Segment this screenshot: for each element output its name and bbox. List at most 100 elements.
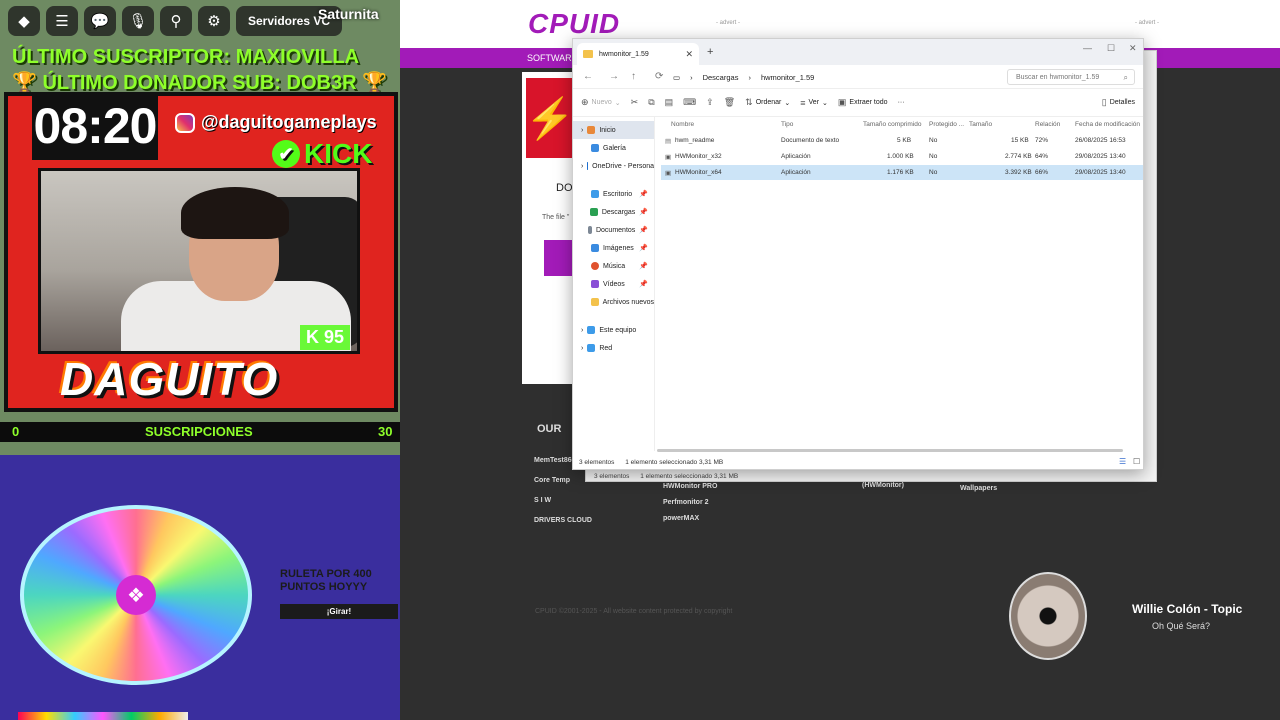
refresh-icon[interactable]: ⟳: [655, 71, 663, 82]
explorer-tab[interactable]: hwmonitor_1.59 ✕: [577, 43, 699, 65]
nav-item-escritorio[interactable]: Escritorio 📌: [573, 185, 654, 203]
column-header-ratio[interactable]: Relación: [1035, 121, 1060, 128]
tab-title: hwmonitor_1.59: [599, 50, 649, 58]
breadcrumb-item[interactable]: hwmonitor_1.59: [761, 73, 814, 82]
nav-label: Descargas: [601, 208, 636, 216]
copy-button[interactable]: ⧉: [648, 97, 654, 108]
column-header-type[interactable]: Tipo: [781, 121, 793, 128]
nav-label: Música: [603, 262, 626, 270]
settings-icon[interactable]: ⚙: [198, 6, 230, 36]
file-ratio: 66%: [1035, 169, 1049, 176]
subscription-progress-bar: 0 SUSCRIPCIONES 30: [0, 422, 400, 442]
nav-item-inicio[interactable]: › Inicio: [573, 121, 654, 139]
nav-item-red[interactable]: › Red: [573, 339, 654, 357]
nav-item-imagenes[interactable]: Imágenes 📌: [573, 239, 654, 257]
check-icon: ✔: [272, 140, 300, 168]
tiles-view-icon[interactable]: ☐: [1133, 457, 1140, 466]
roulette-wheel: ❖: [20, 505, 252, 685]
nav-software-link[interactable]: SOFTWARE: [527, 53, 578, 63]
pin-icon: 📌: [639, 245, 648, 252]
nav-item-musica[interactable]: Música 📌: [573, 257, 654, 275]
extract-all-button[interactable]: ▣ Extraer todo: [838, 97, 888, 108]
footer-link[interactable]: S I W: [534, 491, 592, 511]
more-options-button[interactable]: ···: [898, 99, 905, 106]
file-packed: 1.176 KB: [887, 169, 914, 176]
details-button[interactable]: ▯ Detalles: [1102, 97, 1135, 108]
nav-label: Archivos nuevos: [602, 298, 654, 306]
view-button[interactable]: ≡ Ver ⌄: [800, 98, 828, 108]
column-header-protected[interactable]: Protegido ...: [929, 121, 964, 128]
nav-item-galeria[interactable]: Galería: [573, 139, 654, 157]
details-view-icon[interactable]: ☰: [1119, 457, 1126, 466]
file-protected: No: [929, 137, 938, 144]
column-header-date[interactable]: Fecha de modificación: [1075, 121, 1140, 128]
maximize-icon[interactable]: ☐: [1107, 43, 1115, 54]
sort-button[interactable]: ⇅ Ordenar ⌄: [745, 97, 790, 108]
new-tab-icon[interactable]: +: [707, 46, 713, 58]
back-icon[interactable]: ←: [583, 71, 593, 82]
nav-item-videos[interactable]: Vídeos 📌: [573, 275, 654, 293]
nav-item-onedrive[interactable]: › OneDrive - Persona: [573, 157, 654, 175]
nav-item-archivos-nuevos[interactable]: Archivos nuevos: [573, 293, 654, 311]
table-row[interactable]: ▤ hwm_readme Documento de texto 5 KB No …: [661, 133, 1143, 148]
breadcrumb-item[interactable]: Descargas: [703, 73, 739, 82]
sub-bar-min: 0: [12, 424, 20, 439]
breadcrumb[interactable]: ▭ › Descargas › hwmonitor_1.59: [673, 69, 993, 85]
footer-link[interactable]: powerMAX: [663, 511, 717, 527]
backpack-icon[interactable]: ⚲: [160, 6, 192, 36]
forward-icon[interactable]: →: [609, 71, 619, 82]
roblox-logo-icon[interactable]: ◆: [8, 6, 40, 36]
minimize-icon[interactable]: —: [1083, 43, 1092, 53]
footer-link[interactable]: Core Temp: [534, 471, 592, 491]
view-label: Ver: [808, 99, 820, 106]
new-button[interactable]: ⊕ Nuevo ⌄: [581, 97, 621, 108]
table-row-selected[interactable]: ▣ HWMonitor_x64 Aplicación 1.176 KB No 3…: [661, 165, 1143, 180]
share-button[interactable]: ⇪: [706, 97, 714, 108]
computer-icon: [587, 326, 596, 334]
home-icon: [587, 126, 596, 134]
cpuid-logo[interactable]: CPUID: [528, 8, 620, 40]
nav-item-este-equipo[interactable]: › Este equipo: [573, 321, 654, 339]
footer-link[interactable]: Wallpapers: [960, 479, 997, 499]
column-header-name[interactable]: Nombre: [671, 121, 694, 128]
horizontal-scrollbar[interactable]: [657, 449, 1123, 452]
mic-icon[interactable]: 🎙: [122, 6, 154, 36]
chevron-down-icon: ⌄: [822, 99, 828, 107]
pin-icon: 📌: [639, 191, 648, 198]
download-button[interactable]: [544, 240, 574, 276]
status-bar: 3 elementos 1 elemento seleccionado 3,31…: [573, 455, 1143, 469]
nav-item-documentos[interactable]: Documentos 📌: [573, 221, 654, 239]
status-selected: 1 elemento seleccionado 3,31 MB: [625, 459, 724, 466]
rename-button[interactable]: ⌨: [683, 97, 696, 108]
up-icon[interactable]: ↑: [631, 71, 636, 82]
cut-button[interactable]: ✂: [631, 97, 639, 108]
album-art: [1009, 572, 1087, 660]
file-packed: 5 KB: [897, 137, 912, 144]
spin-button[interactable]: ¡Girar!: [280, 604, 398, 619]
sub-bar-max: 30: [378, 424, 393, 439]
column-header-size[interactable]: Tamaño: [969, 121, 992, 128]
nav-label: Documentos: [595, 226, 636, 234]
folder-icon: [590, 298, 599, 306]
nav-item-descargas[interactable]: Descargas 📌: [573, 203, 654, 221]
application-icon: ▣: [665, 154, 672, 161]
close-window-icon[interactable]: ✕: [1129, 43, 1137, 54]
delete-button[interactable]: 🗑: [724, 97, 735, 108]
chat-icon[interactable]: 💬: [84, 6, 116, 36]
column-header-packed-size[interactable]: Tamaño comprimido: [863, 121, 922, 128]
menu-icon[interactable]: ☰: [46, 6, 78, 36]
monitor-icon: ▭: [673, 72, 681, 82]
footer-link[interactable]: Perfmonitor 2: [663, 495, 717, 511]
paste-button[interactable]: ▤: [665, 97, 674, 108]
search-input[interactable]: Buscar en hwmonitor_1.59 ⌕: [1007, 69, 1135, 85]
folder-icon: [583, 50, 593, 58]
file-size: 3.392 KB: [1005, 169, 1032, 176]
details-label: Detalles: [1109, 99, 1135, 106]
chevron-right-icon: ›: [748, 72, 751, 82]
close-tab-icon[interactable]: ✕: [685, 49, 693, 60]
streamer-hair: [181, 187, 289, 239]
table-row[interactable]: ▣ HWMonitor_x32 Aplicación 1.000 KB No 2…: [661, 149, 1143, 164]
chevron-right-icon: ›: [581, 126, 584, 134]
footer-link[interactable]: DRIVERS CLOUD: [534, 511, 592, 531]
instagram-text: @daguitogameplays: [201, 112, 377, 132]
